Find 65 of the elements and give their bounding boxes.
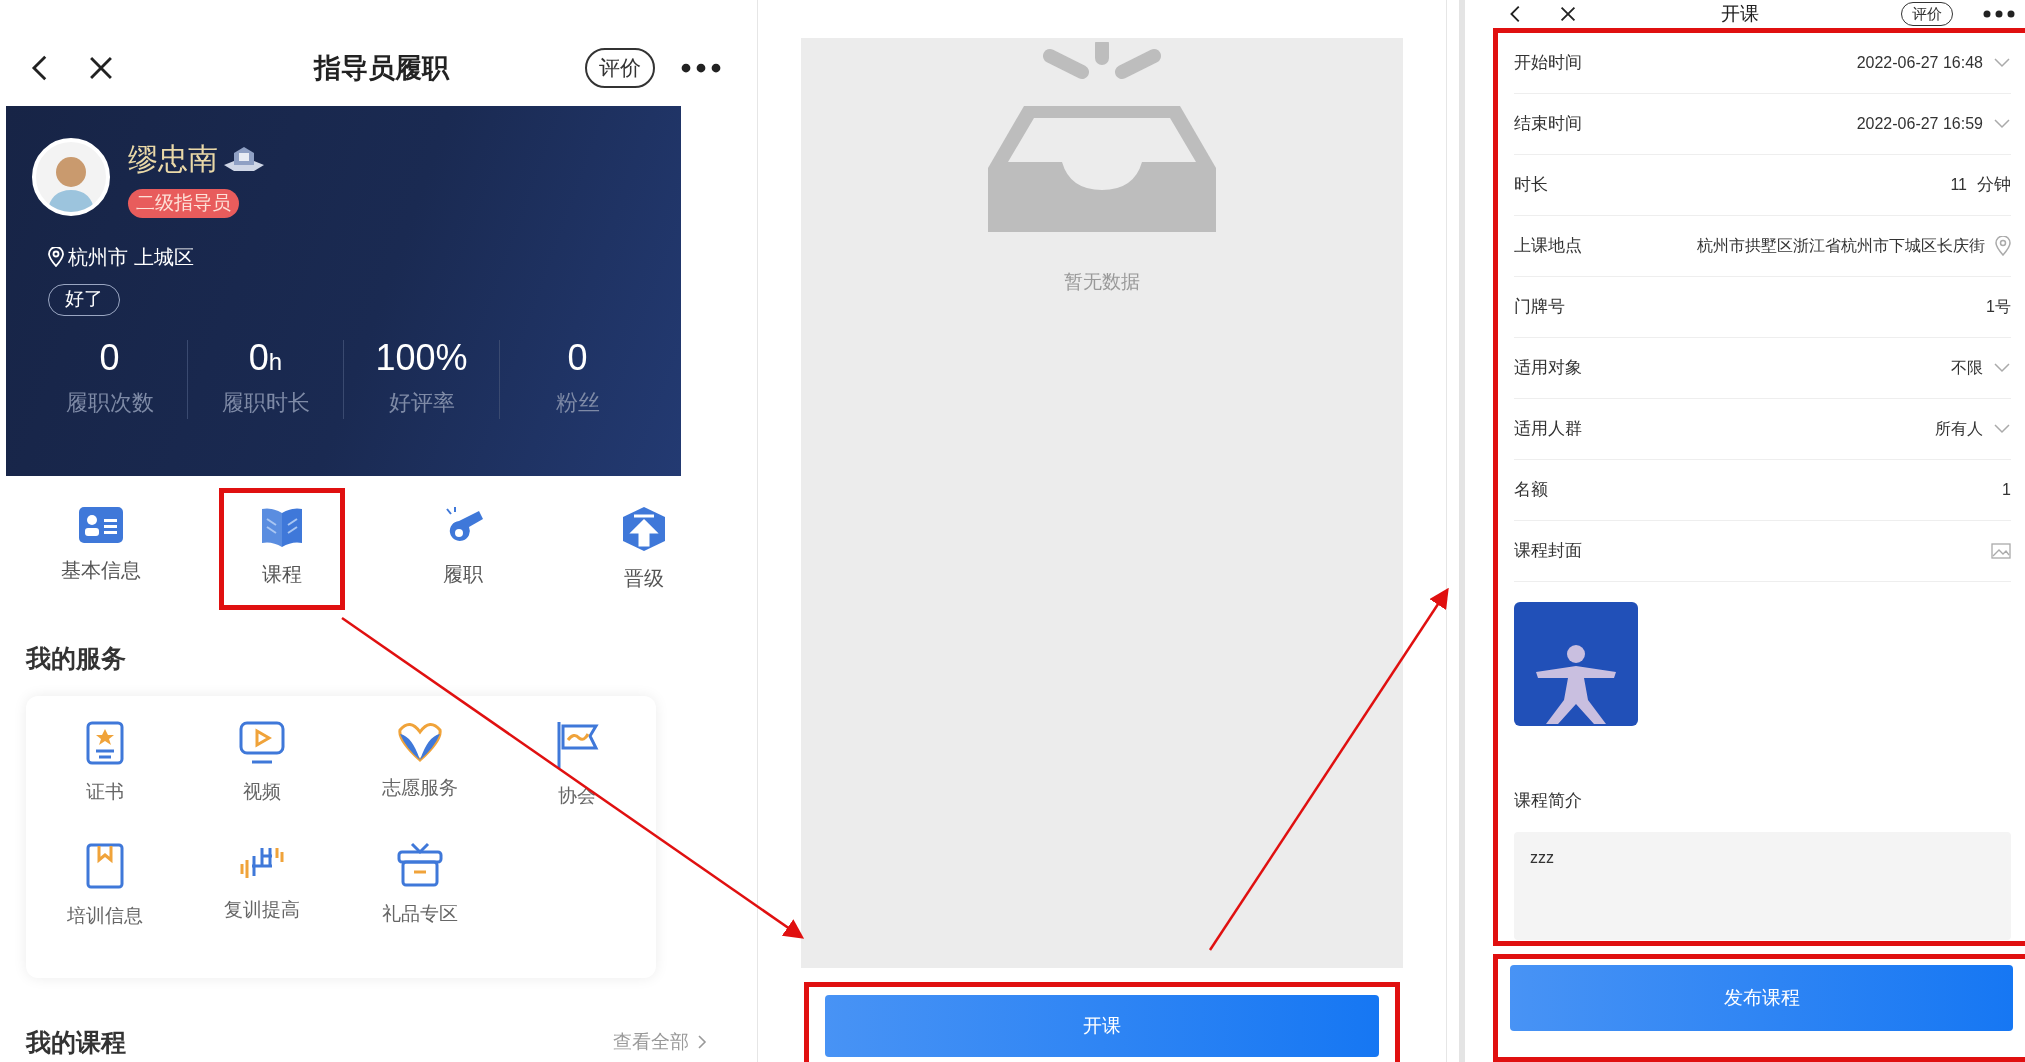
- field-label: 适用对象: [1514, 357, 1583, 380]
- more-icon[interactable]: [1983, 10, 2015, 18]
- stat-value: 0: [99, 339, 120, 376]
- gift-box-icon: [395, 842, 444, 888]
- field-label: 适用人群: [1514, 418, 1583, 441]
- section-title: 我的服务: [26, 643, 127, 674]
- level-badge: 二级指导员: [128, 189, 239, 218]
- field-label: 课程简介: [1514, 790, 1583, 812]
- stat-label: 履职次数: [65, 388, 154, 417]
- empty-state-text: 暂无数据: [1064, 270, 1140, 294]
- field-value[interactable]: 不限: [1644, 356, 1983, 380]
- chevron-right-icon: [697, 1034, 707, 1051]
- field-value[interactable]: 2022-06-27 16:59: [1644, 112, 1983, 136]
- field-label: 门牌号: [1514, 296, 1566, 319]
- stat-label: 履职时长: [221, 388, 310, 417]
- unit-text: 分钟: [1977, 174, 2011, 197]
- upgrade-icon: [621, 505, 668, 553]
- bookmark-book-icon: [84, 842, 125, 890]
- stat-label: 粉丝: [555, 388, 600, 417]
- field-label: 课程封面: [1514, 540, 1583, 563]
- stat-label: 好评率: [388, 388, 455, 417]
- certificate-icon: [84, 719, 125, 766]
- field-label: 上课地点: [1514, 235, 1583, 258]
- service-item[interactable]: 视频: [183, 719, 341, 810]
- quick-action[interactable]: 晋级: [581, 488, 707, 610]
- section-title: 我的课程: [26, 1026, 126, 1058]
- stat-value: 0h: [248, 339, 283, 376]
- service-item[interactable]: 复训提高: [183, 842, 341, 931]
- stat-value: 0: [567, 339, 588, 376]
- field-value[interactable]: 杭州市拱墅区浙江省杭州市下城区长庆街: [1644, 234, 1985, 258]
- chevron-down-icon: [1993, 423, 2011, 435]
- service-item[interactable]: 礼品专区: [341, 842, 499, 931]
- service-item[interactable]: 证书: [26, 719, 184, 810]
- screen-title: 指导员履职: [312, 51, 451, 85]
- service-item[interactable]: 协会: [498, 719, 656, 810]
- monitor-play-icon: [238, 719, 287, 766]
- field-value[interactable]: 所有人: [1644, 417, 1983, 441]
- chevron-down-icon: [1993, 118, 2011, 130]
- chevron-down-icon: [1993, 57, 2011, 69]
- stat-value: 100%: [375, 339, 468, 376]
- field-value: 11: [1949, 175, 1967, 195]
- publish-course-button[interactable]: 发布课程: [1510, 965, 2013, 1031]
- location-text: 杭州市 上城区: [68, 244, 194, 270]
- more-icon[interactable]: [681, 63, 721, 73]
- screen-title: 开课: [1720, 1, 1760, 26]
- field-value: 1: [2001, 480, 2011, 500]
- field-label: 名额: [1514, 479, 1549, 502]
- field-label: 时长: [1514, 174, 1549, 197]
- user-name: 缪忠南: [128, 141, 218, 177]
- quick-action[interactable]: 履职: [400, 488, 526, 610]
- quick-action[interactable]: 基本信息: [38, 488, 164, 610]
- field-label: 结束时间: [1514, 113, 1583, 136]
- field-value[interactable]: 2022-06-27 16:48: [1644, 51, 1983, 75]
- field-value: 1号: [1985, 297, 2011, 317]
- field-label: 开始时间: [1514, 52, 1583, 75]
- service-item[interactable]: 志愿服务: [341, 719, 499, 810]
- quick-action[interactable]: 课程: [219, 488, 345, 610]
- service-item[interactable]: 培训信息: [26, 842, 184, 931]
- id-card-icon: [76, 505, 125, 545]
- rate-button[interactable]: 评价: [585, 48, 655, 88]
- chevron-down-icon: [1993, 362, 2011, 374]
- location-pin-icon: [48, 246, 64, 267]
- medal-icon: [224, 144, 264, 173]
- intro-text-area[interactable]: zzz: [1514, 831, 2011, 940]
- open-course-button[interactable]: 开课: [825, 995, 1379, 1057]
